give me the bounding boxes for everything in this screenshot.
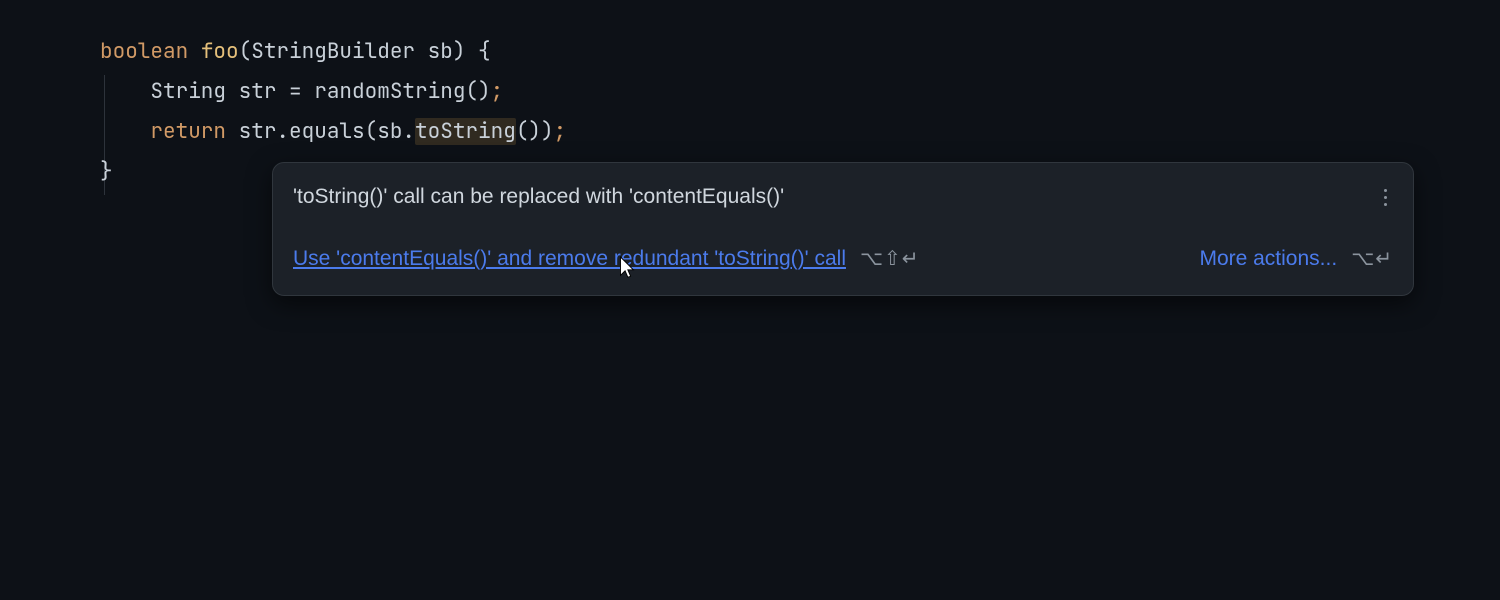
eq: = xyxy=(289,78,314,105)
code-line[interactable]: String str = randomString(); xyxy=(0,72,1500,112)
semicolon: ; xyxy=(554,118,567,145)
paren-close-brace: ) { xyxy=(453,38,491,65)
more-actions-shortcut: ⌥↵ xyxy=(1351,239,1393,279)
paren-open: ( xyxy=(239,38,252,65)
brace-close: } xyxy=(100,158,113,185)
keyword-return: return xyxy=(150,118,226,145)
param-name: sb xyxy=(415,38,453,65)
type-string: String xyxy=(150,78,226,105)
code-line[interactable]: boolean foo(StringBuilder sb) { xyxy=(0,32,1500,72)
semicolon: ; xyxy=(491,78,504,105)
method-call: randomString() xyxy=(314,78,490,105)
more-options-icon[interactable] xyxy=(1378,187,1393,208)
inspection-title: 'toString()' call can be replaced with '… xyxy=(293,177,784,217)
expr: str.equals(sb. xyxy=(226,118,415,145)
param-type: StringBuilder xyxy=(251,38,415,65)
inspection-popup: 'toString()' call can be replaced with '… xyxy=(272,162,1414,296)
highlighted-tostring[interactable]: toString xyxy=(415,118,516,145)
expr: ()) xyxy=(516,118,554,145)
indent xyxy=(100,118,150,145)
quickfix-link[interactable]: Use 'contentEquals()' and remove redunda… xyxy=(293,239,846,279)
code-editor[interactable]: boolean foo(StringBuilder sb) { String s… xyxy=(0,0,1500,192)
keyword-boolean: boolean xyxy=(100,38,188,65)
quickfix-shortcut: ⌥⇧↵ xyxy=(860,239,920,279)
indent xyxy=(100,78,150,105)
var-name: str xyxy=(226,78,289,105)
function-name: foo xyxy=(201,38,239,65)
code-line[interactable]: return str.equals(sb.toString()); xyxy=(0,112,1500,152)
more-actions-link[interactable]: More actions... xyxy=(1199,239,1337,279)
